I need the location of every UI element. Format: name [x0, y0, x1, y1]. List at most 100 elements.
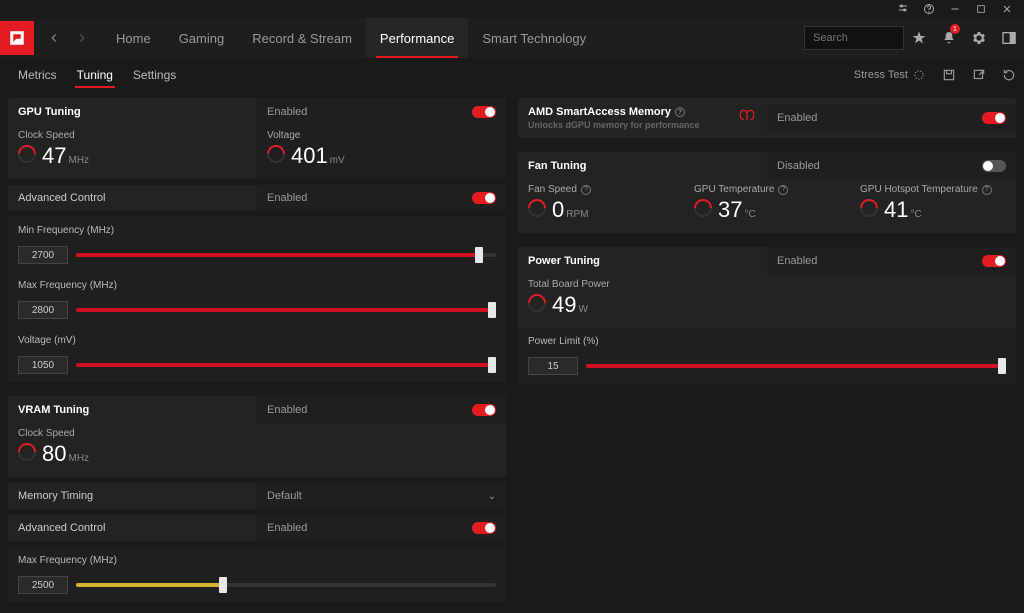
max-freq-label: Max Frequency (MHz)	[18, 280, 496, 291]
min-freq-slider[interactable]	[76, 253, 496, 257]
gpu-hotspot-value: 41	[884, 197, 908, 223]
stress-test-button[interactable]: Stress Test	[854, 68, 926, 82]
gauge-icon	[14, 439, 39, 464]
gpu-adv-control-state: Enabled	[267, 192, 307, 204]
notifications-badge: 1	[950, 24, 960, 34]
fan-speed-label: Fan Speed	[528, 184, 577, 195]
memory-timing-label: Memory Timing	[8, 483, 257, 509]
gauge-icon	[524, 195, 549, 220]
tbp-unit: W	[578, 304, 587, 315]
gpu-voltage-unit: mV	[330, 155, 345, 166]
export-icon[interactable]	[972, 68, 986, 82]
vram-tuning-title: VRAM Tuning	[8, 396, 257, 424]
gauge-icon	[856, 195, 881, 220]
tab-home[interactable]: Home	[102, 18, 165, 58]
voltage-slider[interactable]	[76, 363, 496, 367]
gauge-icon	[524, 290, 549, 315]
power-limit-label: Power Limit (%)	[528, 336, 1006, 347]
memory-timing-dropdown[interactable]: Default ⌄	[257, 483, 506, 509]
info-icon[interactable]: ?	[982, 185, 992, 195]
nav-forward-button[interactable]	[68, 31, 96, 45]
vram-clock-value: 80	[42, 441, 66, 467]
gpu-hotspot-label: GPU Hotspot Temperature	[860, 184, 978, 195]
subtab-metrics[interactable]: Metrics	[8, 58, 67, 92]
gauge-icon	[14, 141, 39, 166]
tbp-value: 49	[552, 292, 576, 318]
min-freq-input[interactable]	[18, 246, 68, 264]
voltage-input[interactable]	[18, 356, 68, 374]
gpu-temp-label: GPU Temperature	[694, 184, 774, 195]
minimize-icon[interactable]	[948, 2, 962, 16]
vram-clock-label: Clock Speed	[18, 428, 496, 439]
close-icon[interactable]	[1000, 2, 1014, 16]
chevron-down-icon: ⌄	[488, 491, 496, 502]
sam-toggle[interactable]	[982, 112, 1006, 124]
gpu-voltage-value: 401	[291, 143, 328, 169]
fan-tuning-state: Disabled	[777, 160, 820, 172]
dock-icon[interactable]	[994, 18, 1024, 58]
amd-logo	[0, 21, 34, 55]
vram-maxfreq-label: Max Frequency (MHz)	[18, 555, 496, 566]
vram-adv-control-toggle[interactable]	[472, 522, 496, 534]
fan-tuning-toggle[interactable]	[982, 160, 1006, 172]
gpu-adv-control-toggle[interactable]	[472, 192, 496, 204]
voltage-slider-label: Voltage (mV)	[18, 335, 496, 346]
fan-speed-unit: RPM	[566, 209, 588, 220]
fan-tuning-title: Fan Tuning	[518, 152, 767, 180]
notifications-icon[interactable]: 1	[934, 18, 964, 58]
main-tabs: Home Gaming Record & Stream Performance …	[102, 18, 600, 58]
info-icon[interactable]: ?	[675, 107, 685, 117]
help-icon[interactable]	[922, 2, 936, 16]
maximize-icon[interactable]	[974, 2, 988, 16]
vram-adv-control-label: Advanced Control	[8, 515, 257, 541]
favorite-icon[interactable]	[904, 18, 934, 58]
min-freq-label: Min Frequency (MHz)	[18, 225, 496, 236]
tab-performance[interactable]: Performance	[366, 18, 468, 58]
power-limit-slider[interactable]	[586, 364, 1006, 368]
gpu-tuning-toggle[interactable]	[472, 106, 496, 118]
settings-icon[interactable]	[964, 18, 994, 58]
nav-back-button[interactable]	[40, 31, 68, 45]
sam-subtitle: Unlocks dGPU memory for performance	[528, 120, 700, 130]
power-tuning-title: Power Tuning	[518, 247, 767, 275]
vram-tuning-state: Enabled	[267, 404, 307, 416]
gpu-temp-unit: °C	[744, 209, 755, 220]
gpu-adv-control-label: Advanced Control	[8, 185, 257, 211]
info-icon[interactable]: ?	[581, 185, 591, 195]
sam-title: AMD SmartAccess Memory	[528, 106, 671, 118]
save-profile-icon[interactable]	[942, 68, 956, 82]
max-freq-slider[interactable]	[76, 308, 496, 312]
tbp-label: Total Board Power	[528, 279, 1006, 290]
tab-smart-technology[interactable]: Smart Technology	[468, 18, 600, 58]
brain-icon	[737, 107, 757, 130]
subtab-settings[interactable]: Settings	[123, 58, 186, 92]
power-limit-input[interactable]	[528, 357, 578, 375]
preferences-icon[interactable]	[896, 2, 910, 16]
vram-maxfreq-slider[interactable]	[76, 583, 496, 587]
vram-maxfreq-input[interactable]	[18, 576, 68, 594]
subtab-tuning[interactable]: Tuning	[67, 58, 123, 92]
tab-record-stream[interactable]: Record & Stream	[238, 18, 366, 58]
gpu-hotspot-unit: °C	[910, 209, 921, 220]
vram-clock-unit: MHz	[68, 453, 89, 464]
gpu-tuning-state: Enabled	[267, 106, 307, 118]
vram-adv-control-state: Enabled	[267, 522, 307, 534]
search-box[interactable]	[804, 26, 904, 50]
power-tuning-state: Enabled	[777, 255, 817, 267]
fan-speed-value: 0	[552, 197, 564, 223]
gpu-voltage-label: Voltage	[267, 130, 496, 141]
gpu-clock-unit: MHz	[68, 155, 89, 166]
sam-state: Enabled	[777, 112, 817, 124]
info-icon[interactable]: ?	[778, 185, 788, 195]
gpu-tuning-title: GPU Tuning	[8, 98, 257, 126]
gauge-icon	[263, 141, 288, 166]
gauge-icon	[690, 195, 715, 220]
gpu-clock-label: Clock Speed	[18, 130, 247, 141]
gpu-temp-value: 37	[718, 197, 742, 223]
power-tuning-toggle[interactable]	[982, 255, 1006, 267]
max-freq-input[interactable]	[18, 301, 68, 319]
reset-icon[interactable]	[1002, 68, 1016, 82]
gpu-clock-value: 47	[42, 143, 66, 169]
tab-gaming[interactable]: Gaming	[165, 18, 239, 58]
vram-tuning-toggle[interactable]	[472, 404, 496, 416]
